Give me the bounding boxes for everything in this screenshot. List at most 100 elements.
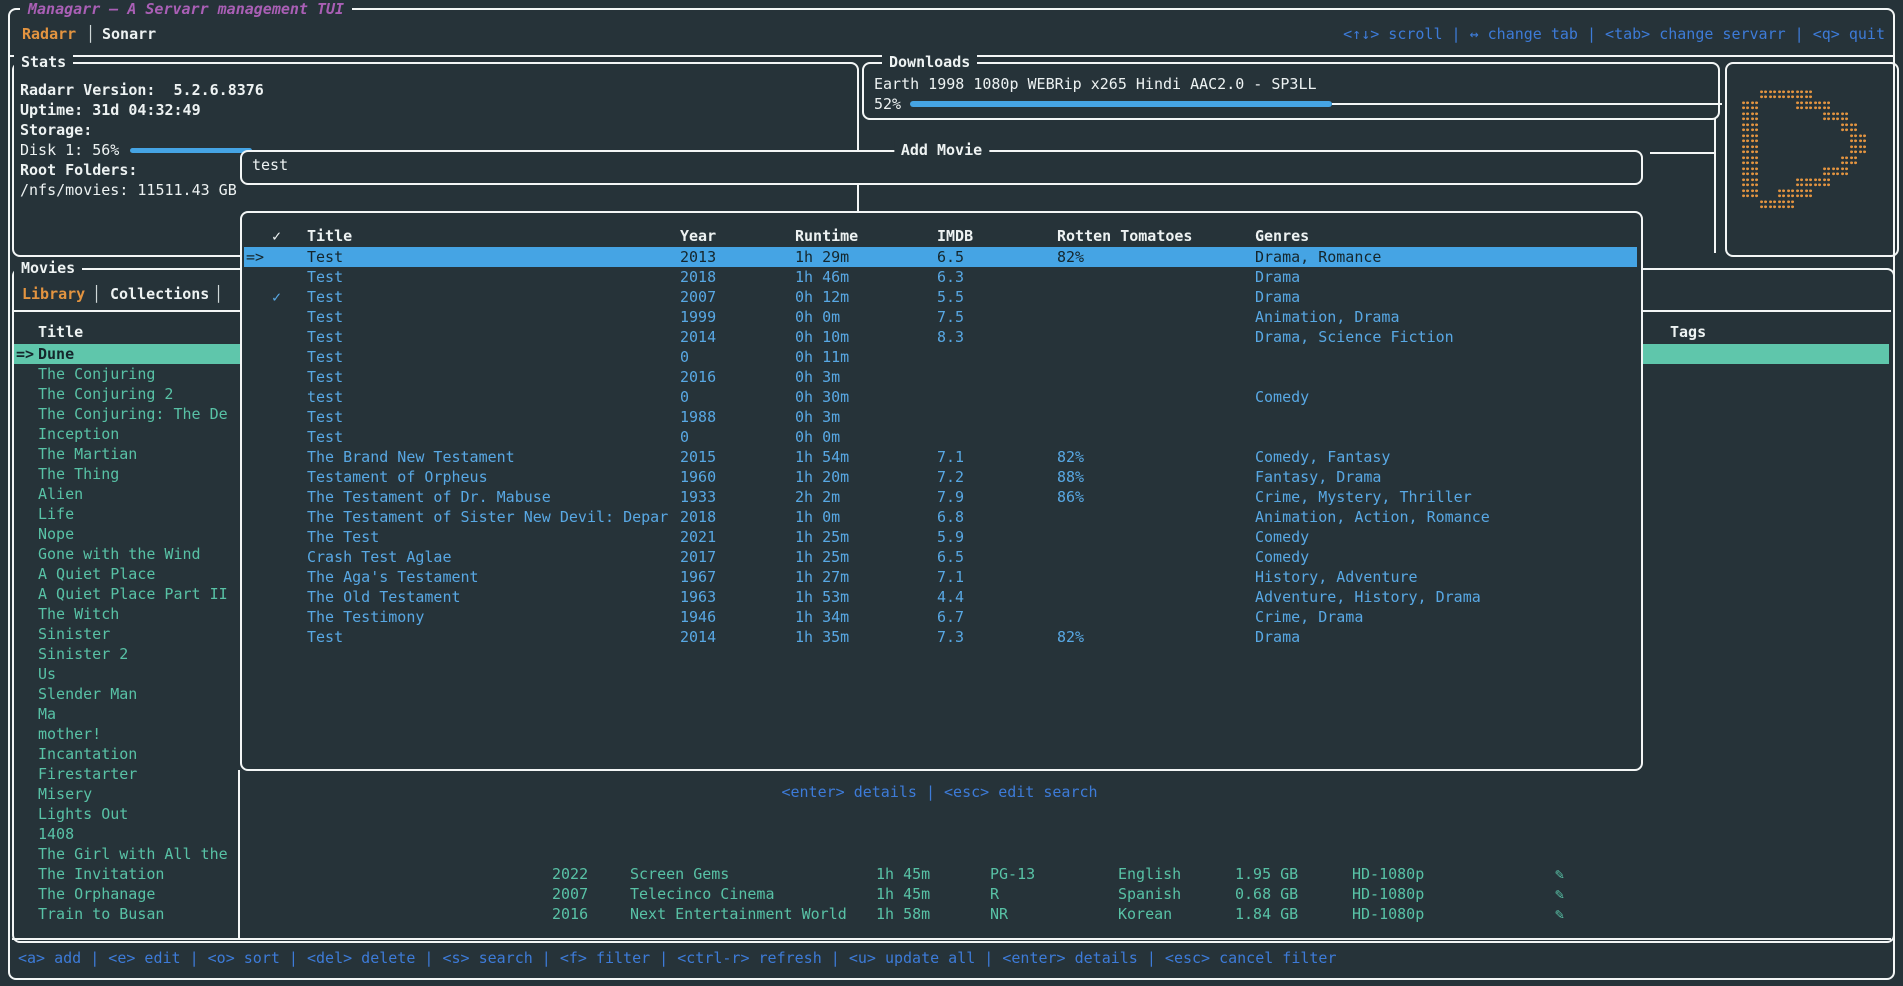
cell-size: 1.84 GB [1235, 904, 1298, 924]
cell-title: Crash Test Aglae [307, 547, 452, 567]
cell-title: Test [307, 327, 343, 347]
result-row[interactable]: The Old Testament19631h 53m4.4Adventure,… [244, 587, 1637, 607]
bottom-divider [12, 938, 1891, 940]
cell-title: Test [307, 627, 343, 647]
movies-tags-header: Tags [1670, 322, 1706, 342]
cell-year: 2007 [680, 287, 716, 307]
movie-list-item[interactable]: The Girl with All the [14, 844, 238, 864]
tab-sonarr[interactable]: Sonarr [102, 24, 156, 44]
logo-dot [1751, 145, 1758, 154]
movie-list-item[interactable]: Sinister 2 [14, 644, 238, 664]
movie-list-item[interactable]: The Witch [14, 604, 238, 624]
result-row[interactable]: The Testament of Dr. Mabuse19332h 2m7.98… [244, 487, 1637, 507]
cell-imdb: 5.9 [937, 527, 964, 547]
movie-list-item[interactable]: The Conjuring [14, 364, 238, 384]
cell-title: test [307, 387, 343, 407]
movie-list-item[interactable]: Incantation [14, 744, 238, 764]
movie-list-item[interactable]: Life [14, 504, 238, 524]
movie-list-item[interactable]: Misery [14, 784, 238, 804]
result-row[interactable]: =>Test20131h 29m6.582%Drama, Romance [244, 247, 1637, 267]
movie-title: The Conjuring 2 [38, 384, 173, 404]
logo-dot [1769, 200, 1776, 209]
cell-imdb: 5.5 [937, 287, 964, 307]
cell-year: 2014 [680, 327, 716, 347]
movie-list-item[interactable]: Sinister [14, 624, 238, 644]
cell-language: Spanish [1118, 884, 1181, 904]
result-row[interactable]: The Testament of Sister New Devil: Depar… [244, 507, 1637, 527]
logo-dot [1742, 178, 1749, 187]
movie-title: Dune [38, 344, 74, 364]
movie-list-item[interactable]: Lights Out [14, 804, 238, 824]
cell-rotten-tomatoes: 86% [1057, 487, 1084, 507]
result-row[interactable]: Test20141h 35m7.382%Drama [244, 627, 1637, 647]
logo-dot [1850, 123, 1857, 132]
results-header-genres: Genres [1255, 226, 1309, 246]
result-row[interactable]: The Brand New Testament20151h 54m7.182%C… [244, 447, 1637, 467]
movie-list-item[interactable]: Inception [14, 424, 238, 444]
result-row[interactable]: The Aga's Testament19671h 27m7.1History,… [244, 567, 1637, 587]
edit-pencil-icon: ✎ [1555, 864, 1564, 884]
tab-collections[interactable]: Collections [110, 284, 209, 304]
result-row[interactable]: Test00h 0m [244, 427, 1637, 447]
cell-genres: Comedy [1255, 527, 1309, 547]
result-row[interactable]: ✓Test20070h 12m5.5Drama [244, 287, 1637, 307]
movie-list-item[interactable]: mother! [14, 724, 238, 744]
tab-library[interactable]: Library [22, 284, 85, 304]
cell-rotten-tomatoes: 82% [1057, 247, 1084, 267]
cell-genres: Animation, Drama [1255, 307, 1400, 327]
logo-dot [1841, 156, 1848, 165]
cell-runtime: 1h 0m [795, 507, 840, 527]
cell-runtime: 1h 27m [795, 567, 849, 587]
cell-genres: Drama [1255, 287, 1300, 307]
cell-language: English [1118, 864, 1181, 884]
movie-list-item[interactable]: 1408 [14, 824, 238, 844]
movie-list-item[interactable]: The Conjuring 2 [14, 384, 238, 404]
movie-list-item[interactable]: A Quiet Place Part II [14, 584, 238, 604]
bottom-keybind-hints: <a> add | <e> edit | <o> sort | <del> de… [18, 948, 1337, 968]
cell-title: Test [307, 267, 343, 287]
logo-dot [1742, 101, 1749, 110]
logo-dot [1751, 156, 1758, 165]
logo-dot [1742, 112, 1749, 121]
cell-runtime: 1h 20m [795, 467, 849, 487]
result-row[interactable]: Test20181h 46m6.3Drama [244, 267, 1637, 287]
root-folder-value: /nfs/movies: 11511.43 GB [20, 180, 237, 200]
movie-list-item[interactable]: Ma [14, 704, 238, 724]
cell-title: The Test [307, 527, 379, 547]
movie-list-item[interactable]: Slender Man [14, 684, 238, 704]
add-movie-search-input[interactable] [252, 156, 1622, 174]
result-row[interactable]: Crash Test Aglae20171h 25m6.5Comedy [244, 547, 1637, 567]
result-row[interactable]: Test19990h 0m7.5Animation, Drama [244, 307, 1637, 327]
result-row[interactable]: test00h 30mComedy [244, 387, 1637, 407]
cell-year: 1946 [680, 607, 716, 627]
cell-year: 0 [680, 347, 689, 367]
movie-list-item[interactable]: Us [14, 664, 238, 684]
cell-size: 0.68 GB [1235, 884, 1298, 904]
cell-year: 1999 [680, 307, 716, 327]
results-header-year: Year [680, 226, 716, 246]
result-row[interactable]: Test20160h 3m [244, 367, 1637, 387]
result-row[interactable]: Test20140h 10m8.3Drama, Science Fiction [244, 327, 1637, 347]
checked-icon: ✓ [272, 287, 281, 307]
cell-size: 1.95 GB [1235, 864, 1298, 884]
movie-list-item[interactable]: Gone with the Wind [14, 544, 238, 564]
movie-list-item[interactable]: Firestarter [14, 764, 238, 784]
tab-radarr[interactable]: Radarr [22, 24, 76, 44]
movie-list-item[interactable]: A Quiet Place [14, 564, 238, 584]
download-item[interactable]: Earth 1998 1080p WEBRip x265 Hindi AAC2.… [874, 74, 1317, 94]
cell-rotten-tomatoes: 82% [1057, 447, 1084, 467]
result-row[interactable]: The Testimony19461h 34m6.7Crime, Drama [244, 607, 1637, 627]
movie-list-item[interactable]: The Thing [14, 464, 238, 484]
movie-list-item[interactable]: The Martian [14, 444, 238, 464]
result-row[interactable]: Testament of Orpheus19601h 20m7.288%Fant… [244, 467, 1637, 487]
result-row[interactable]: Test19880h 3m [244, 407, 1637, 427]
logo-dot [1760, 200, 1767, 209]
movie-list-item[interactable]: Alien [14, 484, 238, 504]
result-row[interactable]: The Test20211h 25m5.9Comedy [244, 527, 1637, 547]
result-row[interactable]: Test00h 11m [244, 347, 1637, 367]
cell-year: 2016 [680, 367, 716, 387]
cell-runtime: 2h 2m [795, 487, 840, 507]
movie-list-item[interactable]: The Conjuring: The De [14, 404, 238, 424]
movie-list-item[interactable]: Nope [14, 524, 238, 544]
logo-dot [1787, 189, 1794, 198]
